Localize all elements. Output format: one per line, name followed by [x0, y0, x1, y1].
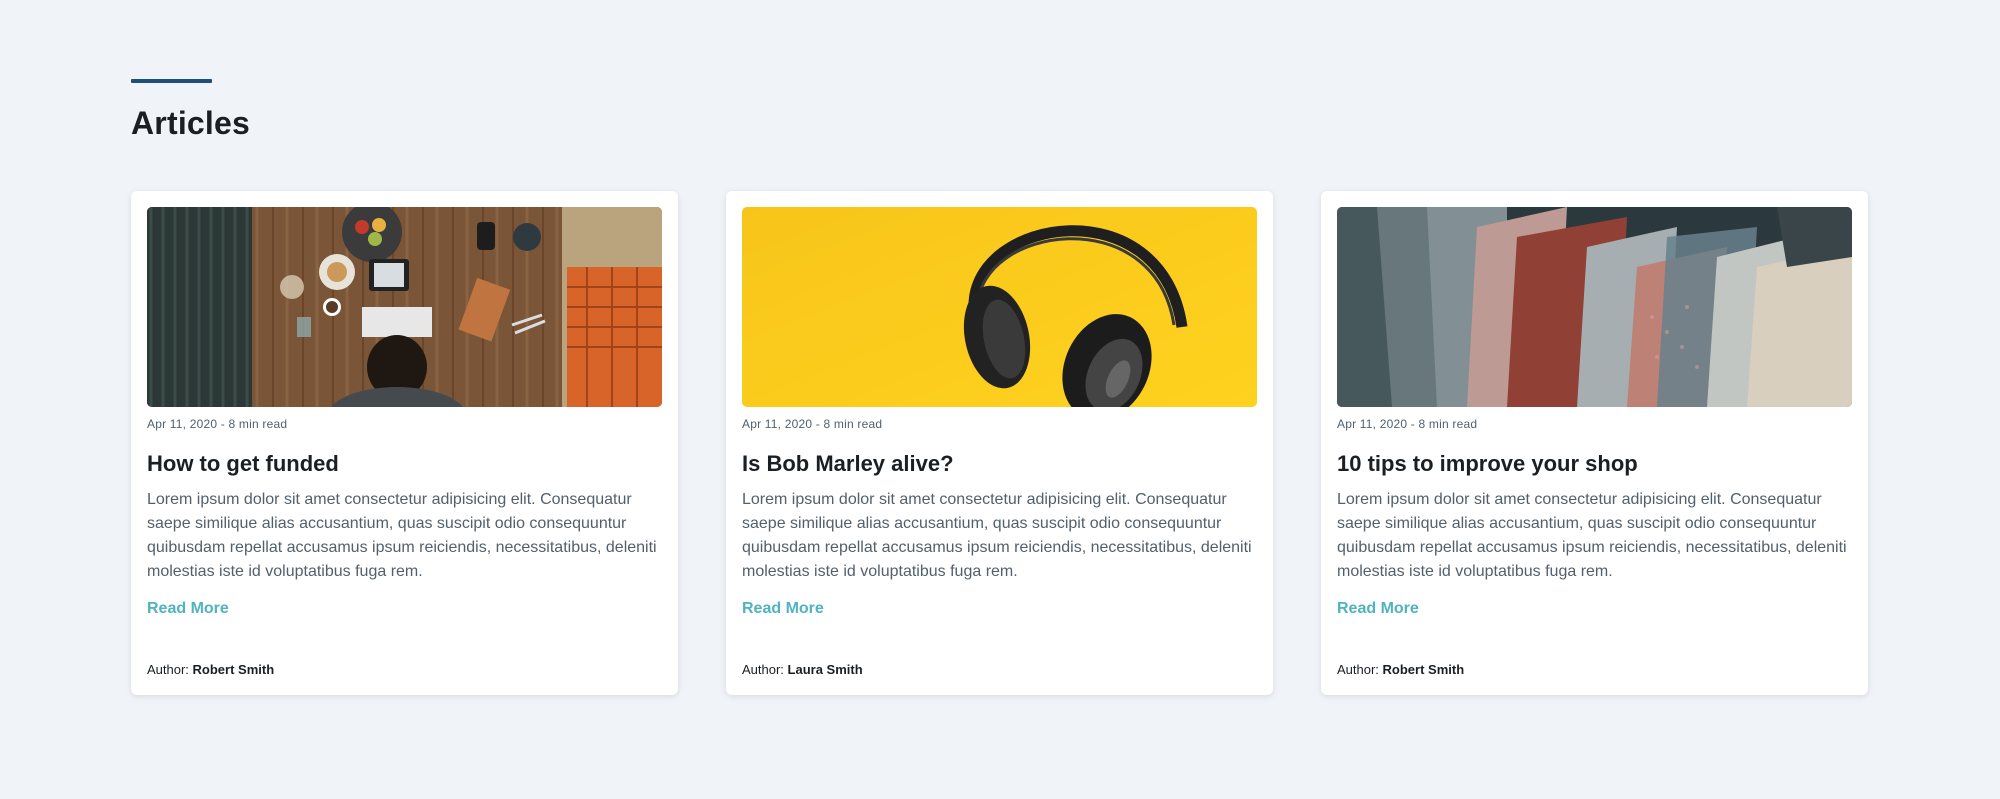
article-card: Apr 11, 2020 - 8 min read How to get fun… — [131, 191, 678, 695]
author-label: Author: — [1337, 662, 1383, 677]
article-author: Author: Robert Smith — [1337, 662, 1464, 677]
author-label: Author: — [742, 662, 788, 677]
article-title[interactable]: How to get funded — [147, 451, 662, 477]
article-meta: Apr 11, 2020 - 8 min read — [1337, 417, 1478, 431]
article-meta: Apr 11, 2020 - 8 min read — [147, 417, 288, 431]
article-card: Apr 11, 2020 - 8 min read 10 tips to imp… — [1321, 191, 1868, 695]
read-more-link[interactable]: Read More — [1337, 600, 1419, 618]
article-author: Author: Laura Smith — [742, 662, 863, 677]
author-name: Robert Smith — [192, 662, 275, 677]
title-accent-bar — [131, 79, 212, 83]
author-label: Author: — [147, 662, 193, 677]
article-excerpt: Lorem ipsum dolor sit amet consectetur a… — [1337, 491, 1847, 580]
article-list: Apr 11, 2020 - 8 min read How to get fun… — [131, 191, 1868, 695]
author-name: Robert Smith — [1382, 662, 1465, 677]
author-name: Laura Smith — [787, 662, 863, 677]
article-card: Apr 11, 2020 - 8 min read Is Bob Marley … — [726, 191, 1273, 695]
article-excerpt: Lorem ipsum dolor sit amet consectetur a… — [742, 491, 1252, 580]
read-more-link[interactable]: Read More — [742, 600, 824, 618]
article-excerpt: Lorem ipsum dolor sit amet consectetur a… — [147, 491, 657, 580]
clothing-rack-image[interactable] — [1337, 207, 1852, 407]
article-meta: Apr 11, 2020 - 8 min read — [742, 417, 883, 431]
articles-section: Articles Apr 11, 2020 - 8 min read How t… — [131, 79, 1869, 695]
desk-workspace-image[interactable] — [147, 207, 662, 407]
article-title[interactable]: 10 tips to improve your shop — [1337, 451, 1852, 477]
headphones-image[interactable] — [742, 207, 1257, 407]
read-more-link[interactable]: Read More — [147, 600, 229, 618]
section-title: Articles — [131, 105, 250, 141]
article-author: Author: Robert Smith — [147, 662, 274, 677]
article-title[interactable]: Is Bob Marley alive? — [742, 451, 1257, 477]
